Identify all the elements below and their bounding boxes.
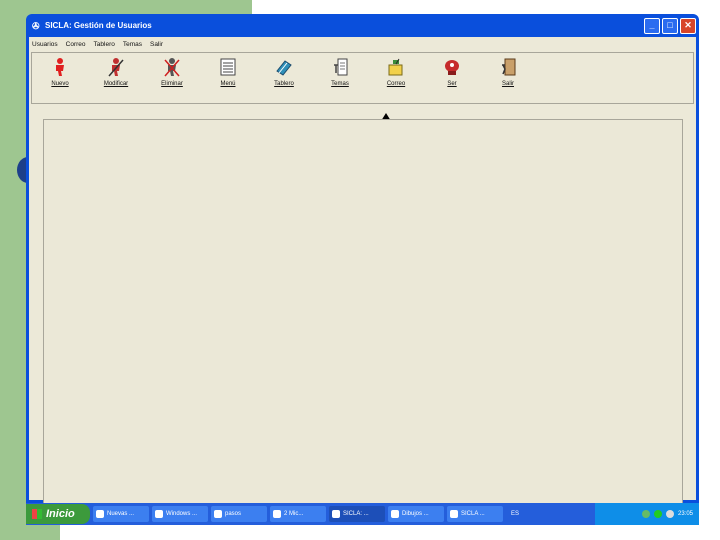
ser-label: Ser [447, 81, 457, 87]
correo-button[interactable]: Correo [368, 53, 424, 103]
tablero-button[interactable]: Tablero [256, 53, 312, 103]
salir-label: Salir [501, 81, 514, 87]
taskbar-item[interactable]: 2 Mic... [270, 506, 326, 522]
app-icon: ✇ [32, 20, 40, 31]
server-icon [445, 60, 459, 75]
menu-temas[interactable]: Temas [123, 41, 142, 48]
app-icon [332, 510, 340, 518]
taskbar-item[interactable]: pasos [211, 506, 267, 522]
mail-icon [388, 58, 403, 76]
temas-label: Temas [331, 81, 349, 87]
folder-icon [214, 510, 222, 518]
minimize-button[interactable]: _ [644, 17, 660, 34]
window-icon [155, 510, 163, 518]
slide-background-top [0, 0, 252, 15]
menu-salir[interactable]: Salir [150, 41, 163, 48]
board-icon [276, 60, 292, 76]
nuevo-button[interactable]: Nuevo [32, 53, 88, 103]
taskbar-item[interactable]: Nuevas ... [93, 506, 149, 522]
menu-correo[interactable]: Correo [66, 41, 86, 48]
exit-icon [502, 58, 516, 76]
toolbar: Nuevo Modificar Eliminar Menú Tablero Te… [31, 52, 694, 104]
temas-button[interactable]: Temas [312, 53, 368, 103]
clock: 23:05 [677, 511, 693, 517]
delete-user-icon [164, 58, 180, 77]
volume-icon[interactable] [665, 510, 674, 518]
menu-button[interactable]: Menú [200, 53, 256, 103]
menu-label: Menú [220, 81, 236, 87]
system-tray: 23:05 [595, 503, 699, 525]
correo-label: Correo [386, 81, 406, 87]
antivirus-icon[interactable] [653, 510, 662, 518]
taskbar-item[interactable]: SICLA ... [447, 506, 503, 522]
taskbar-item-label: SICLA ... [461, 511, 485, 517]
taskbar-item-label: 2 Mic... [284, 511, 304, 517]
start-button[interactable]: Inicio [26, 504, 90, 524]
new-user-icon [56, 58, 64, 76]
start-label: Inicio [46, 508, 75, 520]
eliminar-label: Eliminar [161, 81, 183, 87]
image-icon [391, 510, 399, 518]
title-bar[interactable]: ✇ SICLA: Gestión de Usuarios _ □ ✕ [29, 14, 696, 37]
taskbar-item-label: SICLA: ... [343, 511, 369, 517]
maximize-button[interactable]: □ [662, 17, 678, 34]
taskbar-item[interactable]: Windows ... [152, 506, 208, 522]
modificar-label: Modificar [103, 81, 129, 87]
work-area [43, 119, 683, 504]
menu-icon [220, 58, 236, 76]
eliminar-button[interactable]: Eliminar [144, 53, 200, 103]
windows-flag-icon [32, 509, 42, 519]
nuevo-label: Nuevo [51, 81, 69, 87]
taskbar-item-label: pasos [225, 511, 242, 517]
menu-bar: Usuarios Correo Tablero Temas Salir [29, 37, 696, 51]
menu-tablero[interactable]: Tablero [94, 41, 115, 48]
ser-button[interactable]: Ser [424, 53, 480, 103]
browser-icon [96, 510, 104, 518]
topics-icon [334, 58, 348, 76]
taskbar-item[interactable]: Dibujos ... [388, 506, 444, 522]
edit-user-icon [108, 58, 124, 77]
taskbar-item-label: Dibujos ... [402, 511, 429, 517]
app-window: ✇ SICLA: Gestión de Usuarios _ □ ✕ Usuar… [26, 14, 699, 504]
taskbar-item-active[interactable]: SICLA: ... [329, 506, 385, 522]
menu-usuarios[interactable]: Usuarios [32, 41, 58, 48]
window-title: SICLA: Gestión de Usuarios [45, 21, 152, 30]
modificar-button[interactable]: Modificar [88, 53, 144, 103]
taskbar-item-label: Windows ... [166, 511, 198, 517]
document-icon [273, 510, 281, 518]
salir-button[interactable]: Salir [480, 53, 536, 103]
taskbar: Inicio Nuevas ... Windows ... pasos 2 Mi… [26, 503, 699, 525]
close-button[interactable]: ✕ [680, 17, 696, 34]
browser-icon [450, 510, 458, 518]
tablero-label: Tablero [274, 81, 294, 87]
language-indicator[interactable]: ES [511, 511, 527, 517]
network-icon[interactable] [641, 510, 650, 518]
taskbar-item-label: Nuevas ... [107, 511, 135, 517]
client-area: Usuarios Correo Tablero Temas Salir Nuev… [29, 37, 696, 504]
